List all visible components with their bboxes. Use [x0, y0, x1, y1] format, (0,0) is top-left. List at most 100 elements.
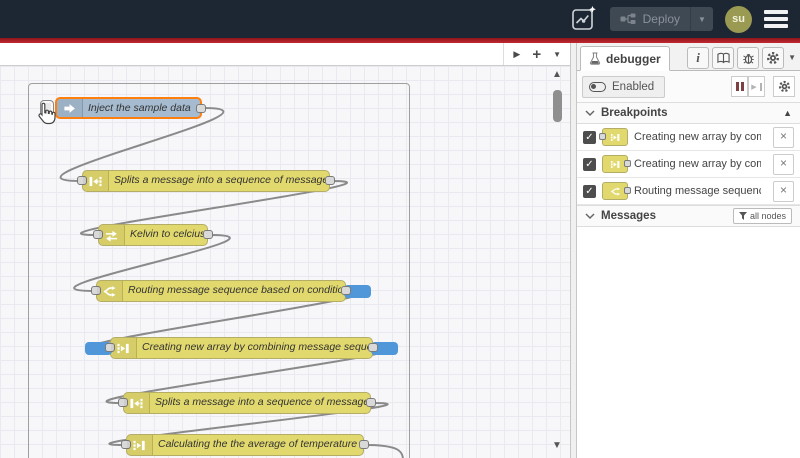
pause-button[interactable]	[731, 76, 748, 97]
tab-help[interactable]	[712, 47, 734, 69]
funnel-icon	[738, 212, 747, 220]
node-port-out[interactable]	[341, 286, 351, 295]
tab-info[interactable]: i	[687, 47, 709, 69]
node-port-out[interactable]	[196, 104, 206, 113]
workspace: ▶ + ▼ ▲ ▼ Inject the sample data Splits a…	[0, 43, 570, 458]
switch-icon	[97, 281, 123, 301]
flow-chart-icon	[571, 6, 596, 30]
gear-icon	[766, 51, 780, 65]
tab-debug-messages[interactable]	[737, 47, 759, 69]
flow-node-join-6[interactable]: Calculating the the average of temperatu…	[121, 434, 369, 456]
join-icon	[111, 338, 137, 358]
breakpoints-list: ✓ Creating new array by combining message…	[577, 124, 800, 205]
workspace-tab-buttons: ▶ + ▼	[503, 43, 570, 65]
node-label: Splits a message into a sequence of mess…	[114, 174, 325, 186]
flow-node-change-2[interactable]: Kelvin to celcius	[93, 224, 213, 246]
chevron-down-icon	[585, 110, 595, 117]
sidebar-tabbar: debugger i ▼	[577, 43, 800, 71]
debugger-toolbar: Enabled ▶	[577, 71, 800, 102]
node-port-out[interactable]	[325, 176, 335, 185]
header: Deploy ▼ su	[0, 0, 800, 38]
breakpoint-checkbox[interactable]: ✓	[583, 184, 596, 198]
deploy-label: Deploy	[642, 12, 680, 26]
node-label: Routing message sequence based on condit…	[128, 284, 341, 296]
tab-debugger-label: debugger	[606, 51, 661, 66]
tab-debugger[interactable]: debugger	[580, 46, 670, 71]
breakpoint-item-2: ✓ Routing message sequence based on condi…	[577, 178, 800, 205]
messages-title: Messages	[601, 210, 656, 222]
breakpoint-label[interactable]: Creating new array by combining message …	[634, 131, 761, 143]
workspace-tabbar: ▶ + ▼	[0, 43, 570, 66]
node-port-out[interactable]	[368, 343, 378, 352]
add-flow-button[interactable]: +	[532, 47, 541, 62]
step-button[interactable]: ▶	[748, 76, 765, 97]
flow-node-inject-0[interactable]: Inject the sample data	[40, 97, 206, 119]
flow-canvas[interactable]: ▲ ▼ Inject the sample data Splits a messa…	[0, 66, 570, 458]
bug-icon	[742, 53, 754, 64]
remove-breakpoint-button[interactable]: ×	[773, 180, 794, 202]
change-icon	[99, 225, 125, 245]
split-icon	[83, 171, 109, 191]
flask-icon	[589, 52, 601, 65]
deploy-nodes-icon	[620, 13, 636, 24]
node-mini-icon-join	[599, 128, 628, 146]
node-label: Inject the sample data	[88, 102, 191, 114]
book-icon	[716, 52, 730, 64]
messages-section-header[interactable]: Messages all nodes	[577, 205, 800, 227]
enabled-label: Enabled	[612, 80, 655, 93]
node-mini-icon-join	[602, 155, 631, 173]
flow-node-split-5[interactable]: Splits a message into a sequence of mess…	[118, 392, 376, 414]
ai-assistant-button[interactable]	[570, 5, 598, 33]
chevron-down-icon	[585, 213, 595, 220]
remove-breakpoint-button[interactable]: ×	[773, 126, 794, 148]
node-label: Splits a message into a sequence of mess…	[155, 396, 366, 408]
app: Deploy ▼ su ▶ + ▼ ▲ ▼ Inject the sample …	[0, 0, 800, 458]
flow-node-join-4[interactable]: Creating new array by combining message …	[85, 337, 398, 359]
mouse-cursor-icon	[36, 102, 56, 130]
remove-breakpoint-button[interactable]: ×	[773, 153, 794, 175]
tab-config-nodes[interactable]	[762, 47, 784, 69]
node-port-out[interactable]	[366, 398, 376, 407]
mini-port-right	[624, 186, 631, 194]
breakpoint-checkbox[interactable]: ✓	[583, 157, 596, 171]
join-icon	[127, 435, 153, 455]
flow-node-switch-3[interactable]: Routing message sequence based on condit…	[91, 280, 371, 302]
sidebar-menu-button[interactable]: ▼	[788, 53, 796, 62]
messages-filter-label: all nodes	[749, 211, 786, 221]
node-label: Kelvin to celcius	[130, 228, 203, 240]
scroll-tabs-right-button[interactable]: ▶	[513, 49, 520, 60]
scroll-to-top-icon[interactable]: ▲	[783, 108, 792, 118]
deploy-button-main: Deploy	[610, 12, 690, 26]
breakpoints-section-header[interactable]: Breakpoints ▲	[577, 102, 800, 124]
canvas-scroll-up-icon[interactable]: ▲	[550, 69, 564, 80]
flow-node-split-1[interactable]: Splits a message into a sequence of mess…	[77, 170, 335, 192]
breakpoint-label[interactable]: Routing message sequence based on condit…	[634, 185, 761, 197]
flow-list-button[interactable]: ▼	[553, 50, 561, 59]
sidebar-resize-handle[interactable]	[570, 43, 577, 458]
mini-port-left	[599, 132, 606, 140]
node-port-out[interactable]	[359, 440, 369, 449]
debugger-playback-buttons: ▶	[731, 76, 795, 97]
deploy-button[interactable]: Deploy ▼	[609, 7, 713, 31]
messages-filter-button[interactable]: all nodes	[732, 208, 792, 224]
canvas-scrollbar-thumb[interactable]	[553, 90, 562, 122]
deploy-menu-button[interactable]: ▼	[690, 7, 713, 31]
inject-icon	[57, 99, 83, 117]
user-avatar[interactable]: su	[725, 5, 752, 33]
breakpoints-title: Breakpoints	[601, 107, 668, 119]
breakpoint-checkbox[interactable]: ✓	[583, 130, 596, 144]
debugger-panel: Breakpoints ▲ ✓ Creating new array by com…	[577, 102, 800, 458]
info-icon: i	[696, 50, 700, 65]
debugger-settings-button[interactable]	[773, 76, 795, 97]
breakpoint-label[interactable]: Creating new array by combining message …	[634, 158, 761, 170]
node-label: Creating new array by combining message …	[142, 341, 368, 353]
node-port-out[interactable]	[203, 230, 213, 239]
node-mini-icon-switch	[602, 182, 631, 200]
main-menu-button[interactable]	[764, 10, 788, 28]
debugger-enabled-toggle[interactable]: Enabled	[582, 75, 666, 98]
canvas-scroll-down-icon[interactable]: ▼	[550, 440, 564, 451]
breakpoint-item-1: ✓ Creating new array by combining message…	[577, 151, 800, 178]
breakpoint-item-0: ✓ Creating new array by combining message…	[577, 124, 800, 151]
gear-icon	[778, 80, 790, 93]
step-icon: ▶	[751, 83, 757, 91]
